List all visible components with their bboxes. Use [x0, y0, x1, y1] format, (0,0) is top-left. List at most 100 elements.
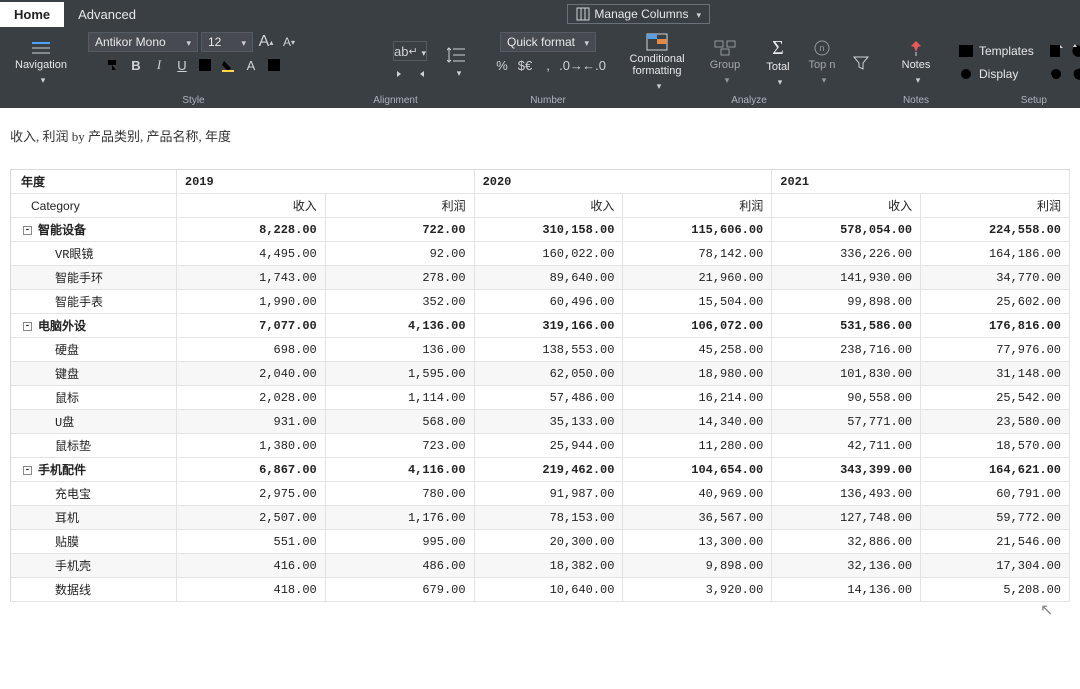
- row-label[interactable]: 贴膜: [11, 530, 176, 554]
- cell-value[interactable]: 4,495.00: [176, 242, 325, 266]
- cell-value[interactable]: 141,930.00: [772, 266, 921, 290]
- format-painter-button[interactable]: [103, 55, 123, 75]
- cell-value[interactable]: 31,148.00: [921, 362, 1070, 386]
- pivot-table[interactable]: 年度 2019 2020 2021 Category 收入 利润 收入 利润 收…: [10, 169, 1070, 602]
- cell-value[interactable]: 1,743.00: [176, 266, 325, 290]
- cell-value[interactable]: 115,606.00: [623, 218, 772, 242]
- cell-value[interactable]: 35,133.00: [474, 410, 623, 434]
- display-button[interactable]: Display: [979, 67, 1018, 81]
- table-row[interactable]: -电脑外设7,077.004,136.00319,166.00106,072.0…: [11, 314, 1070, 338]
- cell-value[interactable]: 319,166.00: [474, 314, 623, 338]
- table-row[interactable]: -智能设备8,228.00722.00310,158.00115,606.005…: [11, 218, 1070, 242]
- cell-value[interactable]: 1,114.00: [325, 386, 474, 410]
- row-label[interactable]: 耳机: [11, 506, 176, 530]
- cell-value[interactable]: 16,214.00: [623, 386, 772, 410]
- cell-value[interactable]: 45,258.00: [623, 338, 772, 362]
- cell-value[interactable]: 89,640.00: [474, 266, 623, 290]
- cell-value[interactable]: 106,072.00: [623, 314, 772, 338]
- cell-value[interactable]: 176,816.00: [921, 314, 1070, 338]
- collapse-icon[interactable]: -: [23, 226, 32, 235]
- cell-value[interactable]: 57,486.00: [474, 386, 623, 410]
- increase-indent-button[interactable]: [416, 64, 436, 84]
- font-color-button[interactable]: A: [241, 55, 261, 75]
- redo-button[interactable]: [1069, 64, 1080, 84]
- border-button[interactable]: [195, 55, 215, 75]
- cell-value[interactable]: 104,654.00: [623, 458, 772, 482]
- year-2019-header[interactable]: 2019: [176, 170, 474, 194]
- italic-button[interactable]: I: [149, 55, 169, 75]
- tab-home[interactable]: Home: [0, 2, 64, 27]
- row-label[interactable]: 手机壳: [11, 554, 176, 578]
- cell-value[interactable]: 10,640.00: [474, 578, 623, 602]
- align-middle-button[interactable]: [340, 41, 360, 61]
- increase-decimal-button[interactable]: .0→: [561, 55, 581, 75]
- cell-value[interactable]: 25,602.00: [921, 290, 1070, 314]
- row-label[interactable]: 智能手表: [11, 290, 176, 314]
- cell-value[interactable]: 60,496.00: [474, 290, 623, 314]
- cell-value[interactable]: 6,867.00: [176, 458, 325, 482]
- cell-value[interactable]: 91,987.00: [474, 482, 623, 506]
- notes-button[interactable]: Notes: [894, 35, 938, 91]
- cell-value[interactable]: 21,546.00: [921, 530, 1070, 554]
- cell-value[interactable]: 568.00: [325, 410, 474, 434]
- comma-button[interactable]: ,: [538, 55, 558, 75]
- table-row[interactable]: 充电宝2,975.00780.0091,987.0040,969.00136,4…: [11, 482, 1070, 506]
- decrease-decimal-button[interactable]: ←.0: [584, 55, 604, 75]
- cell-value[interactable]: 32,886.00: [772, 530, 921, 554]
- cell-value[interactable]: 21,960.00: [623, 266, 772, 290]
- fill-color-button[interactable]: [218, 55, 238, 75]
- row-label[interactable]: 充电宝: [11, 482, 176, 506]
- cell-value[interactable]: 352.00: [325, 290, 474, 314]
- table-row[interactable]: 耳机2,507.001,176.0078,153.0036,567.00127,…: [11, 506, 1070, 530]
- cell-value[interactable]: 5,208.00: [921, 578, 1070, 602]
- row-label[interactable]: 鼠标: [11, 386, 176, 410]
- cell-value[interactable]: 780.00: [325, 482, 474, 506]
- topn-button[interactable]: n Top n: [802, 35, 842, 91]
- cell-value[interactable]: 14,340.00: [623, 410, 772, 434]
- year-header-label[interactable]: 年度: [11, 170, 176, 194]
- cell-value[interactable]: 698.00: [176, 338, 325, 362]
- cell-value[interactable]: 23,580.00: [921, 410, 1070, 434]
- col-2021-revenue[interactable]: 收入: [772, 194, 921, 218]
- percent-button[interactable]: %: [492, 55, 512, 75]
- cell-value[interactable]: 1,176.00: [325, 506, 474, 530]
- cell-value[interactable]: 18,980.00: [623, 362, 772, 386]
- cell-value[interactable]: 17,304.00: [921, 554, 1070, 578]
- table-row[interactable]: 鼠标2,028.001,114.0057,486.0016,214.0090,5…: [11, 386, 1070, 410]
- cell-value[interactable]: 14,136.00: [772, 578, 921, 602]
- table-row[interactable]: 手机壳416.00486.0018,382.009,898.0032,136.0…: [11, 554, 1070, 578]
- line-spacing-button[interactable]: [440, 35, 474, 91]
- table-row[interactable]: -手机配件6,867.004,116.00219,462.00104,654.0…: [11, 458, 1070, 482]
- navigation-button[interactable]: Navigation: [12, 35, 70, 91]
- cell-value[interactable]: 931.00: [176, 410, 325, 434]
- cell-value[interactable]: 164,621.00: [921, 458, 1070, 482]
- col-2020-revenue[interactable]: 收入: [474, 194, 623, 218]
- cell-value[interactable]: 723.00: [325, 434, 474, 458]
- cell-value[interactable]: 42,711.00: [772, 434, 921, 458]
- cell-value[interactable]: 1,595.00: [325, 362, 474, 386]
- year-2020-header[interactable]: 2020: [474, 170, 772, 194]
- table-row[interactable]: 键盘2,040.001,595.0062,050.0018,980.00101,…: [11, 362, 1070, 386]
- col-2019-revenue[interactable]: 收入: [176, 194, 325, 218]
- decrease-indent-button[interactable]: [393, 64, 413, 84]
- collapse-icon[interactable]: -: [23, 466, 32, 475]
- cell-value[interactable]: 722.00: [325, 218, 474, 242]
- row-label[interactable]: 键盘: [11, 362, 176, 386]
- table-row[interactable]: U盘931.00568.0035,133.0014,340.0057,771.0…: [11, 410, 1070, 434]
- underline-button[interactable]: U: [172, 55, 192, 75]
- group-button[interactable]: Group: [696, 35, 754, 91]
- templates-button[interactable]: Templates: [979, 44, 1034, 58]
- refresh-button[interactable]: [1046, 64, 1066, 84]
- row-label[interactable]: VR眼镜: [11, 242, 176, 266]
- table-row[interactable]: 数据线418.00679.0010,640.003,920.0014,136.0…: [11, 578, 1070, 602]
- cell-value[interactable]: 15,504.00: [623, 290, 772, 314]
- tab-advanced[interactable]: Advanced: [64, 2, 150, 27]
- cell-value[interactable]: 2,028.00: [176, 386, 325, 410]
- font-family-dropdown[interactable]: Antikor Mono: [88, 32, 198, 52]
- cell-value[interactable]: 60,791.00: [921, 482, 1070, 506]
- cell-value[interactable]: 32,136.00: [772, 554, 921, 578]
- cell-value[interactable]: 25,944.00: [474, 434, 623, 458]
- cell-value[interactable]: 416.00: [176, 554, 325, 578]
- table-row[interactable]: 智能手环1,743.00278.0089,640.0021,960.00141,…: [11, 266, 1070, 290]
- cell-value[interactable]: 90,558.00: [772, 386, 921, 410]
